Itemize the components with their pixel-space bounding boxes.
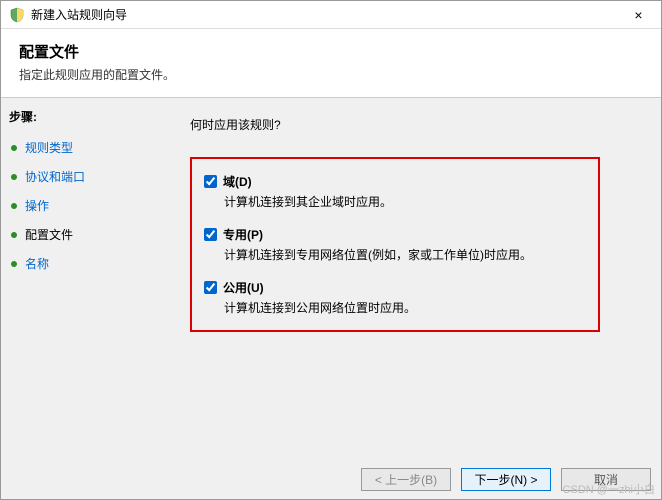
close-button[interactable]: ×	[616, 1, 661, 29]
shield-icon	[9, 7, 25, 23]
step-profile[interactable]: 配置文件	[9, 222, 158, 247]
private-checkbox[interactable]	[204, 228, 217, 241]
step-label: 配置文件	[25, 226, 73, 243]
bullet-icon	[11, 174, 17, 180]
wizard-sidebar: 步骤: 规则类型 协议和端口 操作 配置文件 名称	[1, 98, 166, 468]
bullet-icon	[11, 261, 17, 267]
public-desc: 计算机连接到公用网络位置时应用。	[224, 299, 586, 316]
prompt-text: 何时应用该规则?	[190, 116, 637, 133]
back-button[interactable]: < 上一步(B)	[361, 468, 451, 491]
titlebar: 新建入站规则向导 ×	[1, 1, 661, 29]
step-rule-type[interactable]: 规则类型	[9, 135, 158, 160]
domain-checkbox[interactable]	[204, 175, 217, 188]
page-title: 配置文件	[19, 41, 643, 62]
highlight-box: 域(D) 计算机连接到其企业域时应用。 专用(P) 计算机连接到专用网络位置(例…	[190, 157, 600, 332]
step-action[interactable]: 操作	[9, 193, 158, 218]
private-label: 专用(P)	[223, 226, 263, 243]
step-label: 规则类型	[25, 139, 73, 156]
main-panel: 何时应用该规则? 域(D) 计算机连接到其企业域时应用。 专用(P) 计算机连接…	[166, 98, 661, 468]
bullet-icon	[11, 232, 17, 238]
bullet-icon	[11, 203, 17, 209]
step-label: 协议和端口	[25, 168, 85, 185]
domain-label: 域(D)	[223, 173, 252, 190]
content: 步骤: 规则类型 协议和端口 操作 配置文件 名称 何时应用该规则?	[1, 98, 661, 468]
page-subtitle: 指定此规则应用的配置文件。	[19, 66, 643, 83]
option-domain: 域(D) 计算机连接到其企业域时应用。	[204, 173, 586, 210]
public-label: 公用(U)	[223, 279, 264, 296]
step-label: 操作	[25, 197, 49, 214]
domain-desc: 计算机连接到其企业域时应用。	[224, 193, 586, 210]
bullet-icon	[11, 145, 17, 151]
step-name[interactable]: 名称	[9, 251, 158, 276]
next-button[interactable]: 下一步(N) >	[461, 468, 551, 491]
option-private: 专用(P) 计算机连接到专用网络位置(例如，家或工作单位)时应用。	[204, 226, 586, 263]
page-header: 配置文件 指定此规则应用的配置文件。	[1, 29, 661, 98]
window-title: 新建入站规则向导	[31, 6, 127, 23]
step-label: 名称	[25, 255, 49, 272]
public-checkbox[interactable]	[204, 281, 217, 294]
steps-heading: 步骤:	[9, 108, 158, 125]
watermark: CSDN @一zhi小白	[563, 481, 655, 497]
step-protocol-port[interactable]: 协议和端口	[9, 164, 158, 189]
private-desc: 计算机连接到专用网络位置(例如，家或工作单位)时应用。	[224, 246, 586, 263]
option-public: 公用(U) 计算机连接到公用网络位置时应用。	[204, 279, 586, 316]
